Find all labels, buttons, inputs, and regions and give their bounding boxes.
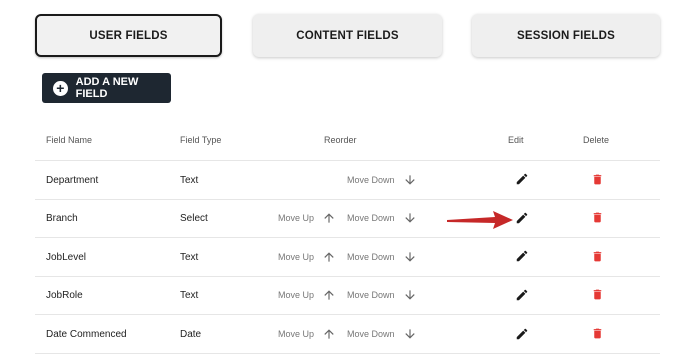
pencil-icon[interactable] <box>515 288 529 302</box>
trash-icon[interactable] <box>591 249 604 264</box>
trash-icon[interactable] <box>591 326 604 341</box>
move-up-button[interactable]: Move Up <box>278 290 314 300</box>
arrow-up-icon[interactable] <box>322 211 336 225</box>
arrow-up-icon[interactable] <box>322 288 336 302</box>
field-type-cell: Text <box>180 290 199 301</box>
move-up-button[interactable]: Move Up <box>278 329 314 339</box>
arrow-up-icon[interactable] <box>322 250 336 264</box>
header-field-type: Field Type <box>180 135 222 145</box>
field-type-cell: Text <box>180 252 199 263</box>
arrow-down-icon[interactable] <box>403 288 417 302</box>
move-up-button[interactable]: Move Up <box>278 213 314 223</box>
trash-icon[interactable] <box>591 172 604 187</box>
field-name-cell: Department <box>46 175 99 186</box>
tab-content-fields[interactable]: CONTENT FIELDS <box>253 14 442 57</box>
header-field-name: Field Name <box>46 135 93 145</box>
row-divider <box>35 276 660 277</box>
arrow-down-icon[interactable] <box>403 327 417 341</box>
move-down-button[interactable]: Move Down <box>347 252 395 262</box>
pencil-icon[interactable] <box>515 327 529 341</box>
arrow-up-icon[interactable] <box>322 327 336 341</box>
header-edit: Edit <box>508 135 524 145</box>
row-divider <box>35 314 660 315</box>
red-pointer-arrow-icon <box>447 211 513 229</box>
move-down-button[interactable]: Move Down <box>347 213 395 223</box>
plus-circle-icon: + <box>53 80 68 96</box>
tab-user-fields[interactable]: USER FIELDS <box>35 14 222 57</box>
row-divider <box>35 199 660 200</box>
pencil-icon[interactable] <box>515 249 529 263</box>
move-down-button[interactable]: Move Down <box>347 329 395 339</box>
add-new-field-label: ADD A NEW FIELD <box>75 76 139 100</box>
arrow-down-icon[interactable] <box>403 173 417 187</box>
trash-icon[interactable] <box>591 210 604 225</box>
arrow-down-icon[interactable] <box>403 250 417 264</box>
move-up-button[interactable]: Move Up <box>278 252 314 262</box>
field-type-cell: Text <box>180 175 199 186</box>
tab-content-fields-label: CONTENT FIELDS <box>296 29 399 42</box>
field-name-cell: JobLevel <box>46 252 87 263</box>
field-type-cell: Select <box>180 213 208 224</box>
header-reorder: Reorder <box>324 135 357 145</box>
field-name-cell: Branch <box>46 213 78 224</box>
row-divider <box>35 160 660 161</box>
row-divider <box>35 353 660 354</box>
pencil-icon[interactable] <box>515 172 529 186</box>
field-name-cell: Date Commenced <box>46 329 127 340</box>
tab-session-fields-label: SESSION FIELDS <box>516 29 615 42</box>
tab-user-fields-label: USER FIELDS <box>89 29 168 42</box>
header-delete: Delete <box>583 135 610 145</box>
arrow-down-icon[interactable] <box>403 211 417 225</box>
row-divider <box>35 237 660 238</box>
tab-session-fields[interactable]: SESSION FIELDS <box>472 14 660 57</box>
trash-icon[interactable] <box>591 287 604 302</box>
pencil-icon[interactable] <box>515 211 529 225</box>
field-type-cell: Date <box>180 329 202 340</box>
move-down-button[interactable]: Move Down <box>347 175 395 185</box>
field-name-cell: JobRole <box>46 290 83 301</box>
add-new-field-button[interactable]: + ADD A NEW FIELD <box>42 73 171 103</box>
move-down-button[interactable]: Move Down <box>347 290 395 300</box>
